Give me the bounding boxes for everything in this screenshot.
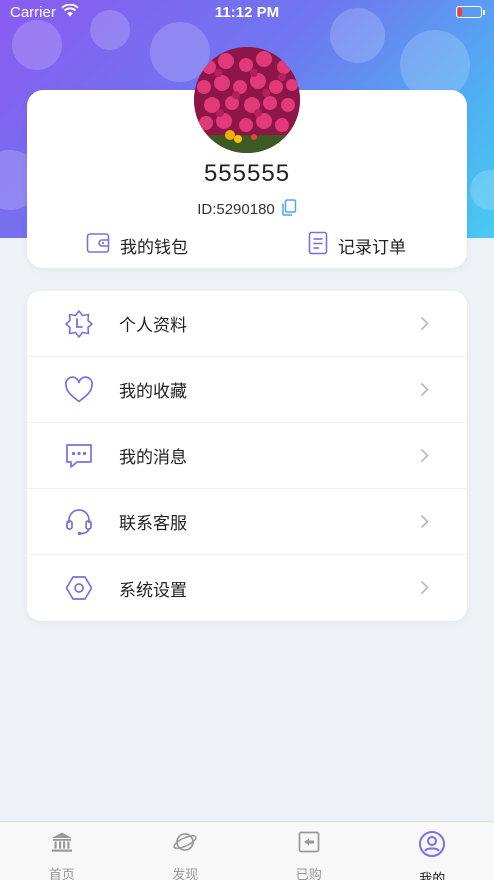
heart-icon bbox=[64, 375, 94, 405]
order-record-button[interactable]: 记录订单 bbox=[247, 228, 467, 262]
chevron-right-icon bbox=[420, 514, 429, 534]
menu-item-label: 我的收藏 bbox=[119, 382, 187, 401]
tab-label: 已购 bbox=[295, 867, 322, 880]
wallet-icon bbox=[86, 232, 110, 259]
chevron-right-icon bbox=[420, 382, 429, 402]
message-icon bbox=[64, 441, 94, 471]
user-circle-icon bbox=[418, 830, 446, 863]
order-record-icon bbox=[308, 231, 328, 260]
order-record-label: 记录订单 bbox=[338, 237, 406, 257]
headset-icon bbox=[64, 507, 94, 537]
settings-hexagon-icon bbox=[64, 573, 94, 603]
status-bar: Carrier 11:12 PM bbox=[0, 0, 494, 26]
wallet-button[interactable]: 我的钱包 bbox=[27, 228, 247, 262]
avatar[interactable] bbox=[194, 47, 300, 153]
bank-icon bbox=[50, 830, 74, 859]
purchased-icon bbox=[297, 830, 321, 859]
planet-icon bbox=[172, 830, 198, 859]
chevron-right-icon bbox=[420, 316, 429, 336]
chevron-right-icon bbox=[420, 448, 429, 468]
tab-discover[interactable]: 发现 bbox=[124, 822, 248, 880]
menu-item-messages[interactable]: 我的消息 bbox=[27, 423, 467, 489]
status-time: 11:12 PM bbox=[214, 4, 280, 21]
copy-icon[interactable] bbox=[281, 199, 297, 220]
tab-label: 我的 bbox=[419, 871, 446, 880]
menu-item-label: 个人资料 bbox=[119, 316, 187, 335]
tab-mine[interactable]: 我的 bbox=[371, 822, 494, 880]
wallet-label: 我的钱包 bbox=[120, 237, 188, 257]
user-id: ID:5290180 bbox=[197, 201, 275, 218]
menu-item-label: 我的消息 bbox=[119, 448, 187, 467]
profile-badge-icon bbox=[64, 309, 94, 339]
tab-purchased[interactable]: 已购 bbox=[247, 822, 371, 880]
quick-actions: 我的钱包 记录订单 bbox=[27, 228, 467, 262]
user-id-row: ID:5290180 bbox=[0, 199, 494, 220]
chevron-right-icon bbox=[420, 580, 429, 600]
tab-bar: 首页 发现 已购 我的 bbox=[0, 821, 494, 880]
menu-item-settings[interactable]: 系统设置 bbox=[27, 555, 467, 621]
menu-item-support[interactable]: 联系客服 bbox=[27, 489, 467, 555]
tab-label: 发现 bbox=[172, 867, 199, 880]
menu-item-label: 联系客服 bbox=[119, 514, 187, 533]
menu-list: 个人资料 我的收藏 我的消息 联系客服 系统设置 bbox=[27, 291, 467, 621]
menu-item-favorites[interactable]: 我的收藏 bbox=[27, 357, 467, 423]
menu-item-label: 系统设置 bbox=[119, 580, 187, 600]
battery-icon bbox=[456, 6, 485, 18]
menu-item-profile[interactable]: 个人资料 bbox=[27, 291, 467, 357]
tab-home[interactable]: 首页 bbox=[0, 822, 124, 880]
username: 555555 bbox=[203, 160, 291, 187]
tab-label: 首页 bbox=[48, 867, 75, 880]
